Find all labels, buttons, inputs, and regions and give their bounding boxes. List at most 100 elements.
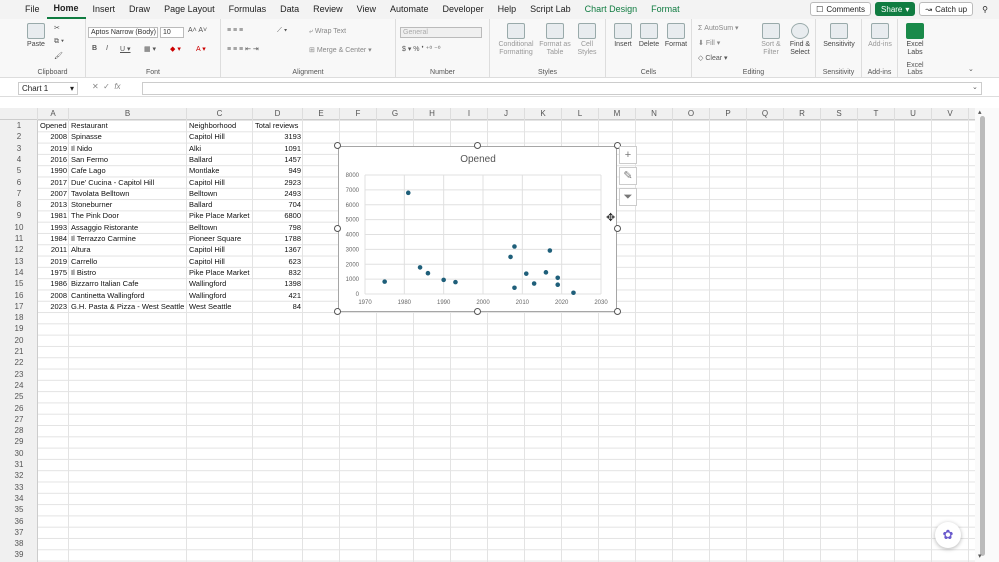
row-header[interactable]: 3 <box>0 143 38 154</box>
header-cell[interactable]: Restaurant <box>71 120 189 131</box>
table-cell[interactable]: 1788 <box>255 233 301 244</box>
header-cell[interactable]: Opened <box>40 120 67 131</box>
data-point[interactable] <box>571 290 576 296</box>
table-cell[interactable]: Pike Place Market <box>189 210 251 221</box>
menu-tab-developer[interactable]: Developer <box>436 0 491 19</box>
row-header[interactable]: 17 <box>0 301 38 312</box>
table-cell[interactable]: 1091 <box>255 143 301 154</box>
column-header-j[interactable]: J <box>488 108 525 120</box>
column-header-p[interactable]: P <box>710 108 747 120</box>
row-header[interactable]: 4 <box>0 154 38 165</box>
table-cell[interactable]: Due' Cucina - Capitol Hill <box>71 177 189 188</box>
table-cell[interactable]: The Pink Door <box>71 210 189 221</box>
menu-tab-review[interactable]: Review <box>306 0 350 19</box>
table-cell[interactable]: 2011 <box>40 244 67 255</box>
insert-button[interactable]: Insert <box>610 23 636 49</box>
table-cell[interactable]: Il Terrazzo Carmine <box>71 233 189 244</box>
data-point[interactable] <box>547 248 553 253</box>
table-cell[interactable]: Belltown <box>189 222 251 233</box>
table-cell[interactable]: Capitol Hill <box>189 244 251 255</box>
catch-up-button[interactable]: ↝ Catch up <box>919 2 974 16</box>
menu-tab-script-lab[interactable]: Script Lab <box>523 0 578 19</box>
table-cell[interactable]: 3193 <box>255 131 301 142</box>
table-cell[interactable]: 2017 <box>40 177 67 188</box>
table-cell[interactable]: 2007 <box>40 188 67 199</box>
row-header[interactable]: 27 <box>0 414 38 425</box>
table-cell[interactable]: Capitol Hill <box>189 256 251 267</box>
row-header[interactable]: 12 <box>0 244 38 255</box>
resize-handle[interactable] <box>614 225 621 232</box>
resize-handle[interactable] <box>334 225 341 232</box>
data-point[interactable] <box>425 270 431 276</box>
menu-tab-data[interactable]: Data <box>273 0 306 19</box>
column-header-f[interactable]: F <box>340 108 377 120</box>
chart-styles-button[interactable]: ✎ <box>619 167 637 185</box>
row-header[interactable]: 39 <box>0 549 38 560</box>
row-header[interactable]: 6 <box>0 177 38 188</box>
table-cell[interactable]: Carrello <box>71 256 189 267</box>
table-cell[interactable]: 2019 <box>40 256 67 267</box>
row-header[interactable]: 9 <box>0 210 38 221</box>
conditional-formatting-button[interactable]: Conditional Formatting <box>494 23 538 57</box>
expand-formula-icon[interactable]: ⌄ <box>972 83 978 91</box>
chart-filters-button[interactable]: ⏷ <box>619 188 637 206</box>
row-header[interactable]: 18 <box>0 312 38 323</box>
column-header-o[interactable]: O <box>673 108 710 120</box>
table-cell[interactable]: Cantinetta Wallingford <box>71 290 189 301</box>
row-header[interactable]: 5 <box>0 165 38 176</box>
copilot-button[interactable]: ✿ <box>935 522 961 548</box>
excel-labs-button[interactable]: Excel Labs <box>900 23 930 57</box>
column-header-h[interactable]: H <box>414 108 451 120</box>
table-cell[interactable]: 1984 <box>40 233 67 244</box>
cut-icon[interactable]: ✂ <box>54 24 60 32</box>
row-header[interactable]: 8 <box>0 199 38 210</box>
data-point[interactable] <box>382 279 387 284</box>
format-button[interactable]: Format <box>662 23 690 49</box>
row-header[interactable]: 30 <box>0 448 38 459</box>
data-point[interactable] <box>441 277 446 283</box>
table-cell[interactable]: West Seattle <box>189 301 251 312</box>
find-select-button[interactable]: Find & Select <box>786 23 814 57</box>
sort-filter-button[interactable]: Sort & Filter <box>758 23 784 57</box>
row-header[interactable]: 35 <box>0 504 38 515</box>
table-cell[interactable]: 2008 <box>40 290 67 301</box>
format-painter-icon[interactable]: 🖌 <box>54 52 63 60</box>
clear-button[interactable]: ◇ Clear ▾ <box>698 54 728 62</box>
table-cell[interactable]: 1981 <box>40 210 67 221</box>
table-cell[interactable]: San Fermo <box>71 154 189 165</box>
table-cell[interactable]: Cafe Lago <box>71 165 189 176</box>
table-cell[interactable]: 1993 <box>40 222 67 233</box>
table-cell[interactable]: Assaggio Ristorante <box>71 222 189 233</box>
table-cell[interactable]: Pike Place Market <box>189 267 251 278</box>
row-header[interactable]: 19 <box>0 323 38 334</box>
wrap-text-button[interactable]: ⤶ Wrap Text <box>309 28 346 36</box>
menu-tab-insert[interactable]: Insert <box>86 0 123 19</box>
menu-tab-help[interactable]: Help <box>491 0 524 19</box>
table-cell[interactable]: 2923 <box>255 177 301 188</box>
underline-button[interactable]: U ▾ <box>120 45 131 53</box>
data-point[interactable] <box>508 254 513 260</box>
bold-button[interactable]: B <box>92 45 97 52</box>
row-header[interactable]: 38 <box>0 538 38 549</box>
table-cell[interactable]: 1398 <box>255 278 301 289</box>
resize-handle[interactable] <box>334 142 341 149</box>
table-cell[interactable]: Tavolata Belltown <box>71 188 189 199</box>
menu-tab-file[interactable]: File <box>18 0 47 19</box>
data-point[interactable] <box>453 279 458 285</box>
paste-button[interactable]: Paste <box>24 23 48 49</box>
scrollbar-thumb[interactable] <box>980 116 985 556</box>
table-cell[interactable]: Pioneer Square <box>189 233 251 244</box>
row-header[interactable]: 23 <box>0 369 38 380</box>
data-point[interactable] <box>512 244 517 249</box>
menu-tab-format[interactable]: Format <box>644 0 687 19</box>
column-header-u[interactable]: U <box>895 108 932 120</box>
menu-tab-home[interactable]: Home <box>46 0 86 19</box>
select-all-corner[interactable] <box>0 108 38 120</box>
font-color-icon[interactable]: A ▾ <box>196 45 206 53</box>
collapse-ribbon-icon[interactable]: ⌄ <box>968 65 974 73</box>
enter-icon[interactable]: ✓ <box>103 82 110 91</box>
menu-tab-formulas[interactable]: Formulas <box>222 0 274 19</box>
table-cell[interactable]: 421 <box>255 290 301 301</box>
column-header-r[interactable]: R <box>784 108 821 120</box>
cell-styles-button[interactable]: Cell Styles <box>572 23 602 57</box>
